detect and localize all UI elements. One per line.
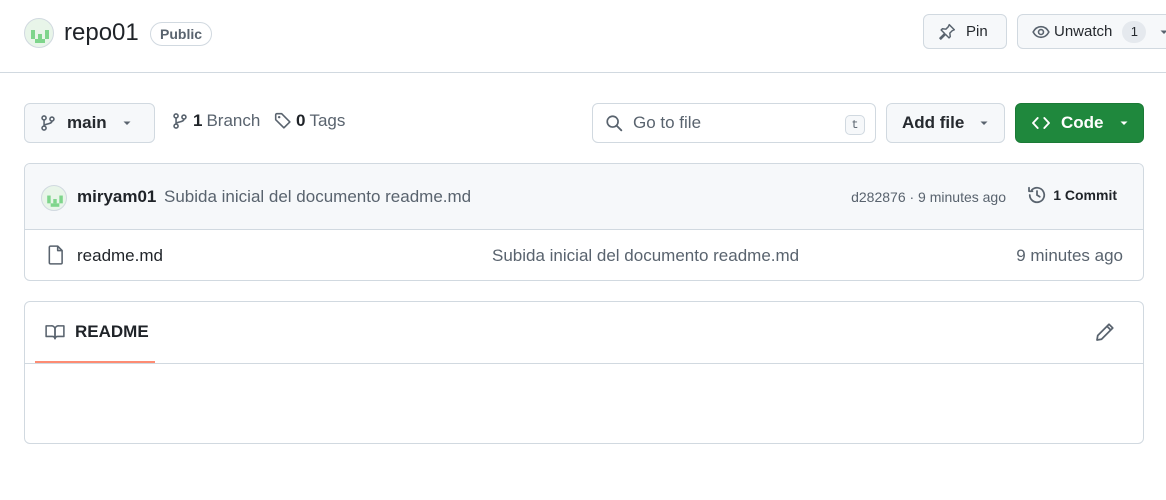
- tag-icon: [274, 112, 291, 129]
- tag-count: 0: [296, 111, 306, 130]
- file-name[interactable]: readme.md: [77, 246, 163, 266]
- tab-readme[interactable]: README: [35, 302, 155, 363]
- branch-name: main: [67, 113, 107, 132]
- identicon-icon: [31, 30, 49, 43]
- pin-button[interactable]: Pin: [923, 14, 1007, 49]
- add-file-label: Add file: [902, 113, 965, 132]
- unwatch-label: Unwatch: [1054, 23, 1113, 40]
- pin-icon: [939, 23, 956, 40]
- file-commit-message[interactable]: Subida inicial del documento readme.md: [492, 246, 799, 266]
- readme-panel: README: [24, 301, 1144, 444]
- git-branch-icon: [173, 113, 187, 129]
- tag-label: Tags: [309, 111, 346, 130]
- commits-count-label: 1 Commit: [1053, 187, 1117, 203]
- commit-message[interactable]: Subida inicial del documento readme.md: [164, 187, 471, 207]
- caret-down-icon: [123, 121, 131, 125]
- branch-select-button[interactable]: main: [24, 103, 155, 143]
- branch-label: Branch: [206, 111, 261, 130]
- eye-icon: [1032, 25, 1050, 38]
- caret-down-icon: [1120, 121, 1127, 125]
- readme-header: README: [25, 302, 1143, 364]
- file-row[interactable]: readme.md Subida inicial del documento r…: [25, 230, 1143, 280]
- pencil-icon[interactable]: [1095, 322, 1115, 342]
- tags-link[interactable]: 0 Tags: [274, 111, 345, 131]
- history-icon: [1028, 186, 1046, 204]
- code-label: Code: [1061, 113, 1104, 132]
- caret-down-icon: [980, 121, 988, 125]
- go-to-file-input[interactable]: [633, 113, 823, 133]
- branches-link[interactable]: 1 Branch: [171, 111, 260, 131]
- code-icon: [1032, 117, 1050, 129]
- readme-tab-label: README: [75, 321, 149, 341]
- watch-count: 1: [1122, 20, 1147, 43]
- file-icon: [48, 245, 63, 265]
- file-date: 9 minutes ago: [1016, 246, 1123, 265]
- book-icon: [45, 324, 65, 339]
- branch-count: 1: [193, 111, 203, 130]
- shortcut-hint: t: [845, 115, 865, 135]
- latest-commit-row: miryam01 Subida inicial del documento re…: [25, 164, 1143, 230]
- commit-author-avatar[interactable]: [41, 185, 67, 211]
- code-button[interactable]: Code: [1015, 103, 1144, 143]
- commits-history-link[interactable]: 1 Commit: [1027, 185, 1117, 205]
- search-icon: [606, 115, 623, 132]
- visibility-badge: Public: [150, 22, 213, 46]
- caret-down-icon: [1160, 30, 1166, 34]
- go-to-file-search[interactable]: t: [592, 103, 876, 143]
- repo-name[interactable]: repo01: [64, 18, 139, 48]
- commit-author[interactable]: miryam01: [77, 187, 156, 207]
- git-branch-icon: [41, 115, 55, 131]
- pin-label: Pin: [966, 23, 988, 40]
- add-file-button[interactable]: Add file: [886, 103, 1005, 143]
- identicon-icon: [47, 195, 63, 207]
- repo-header: repo01 Public Pin Unwatch 1: [0, 0, 1166, 73]
- commit-hash-time[interactable]: d282876 · 9 minutes ago: [851, 189, 1006, 205]
- file-listing: miryam01 Subida inicial del documento re…: [24, 163, 1144, 281]
- owner-avatar[interactable]: [24, 18, 54, 48]
- unwatch-button[interactable]: Unwatch 1: [1017, 14, 1166, 49]
